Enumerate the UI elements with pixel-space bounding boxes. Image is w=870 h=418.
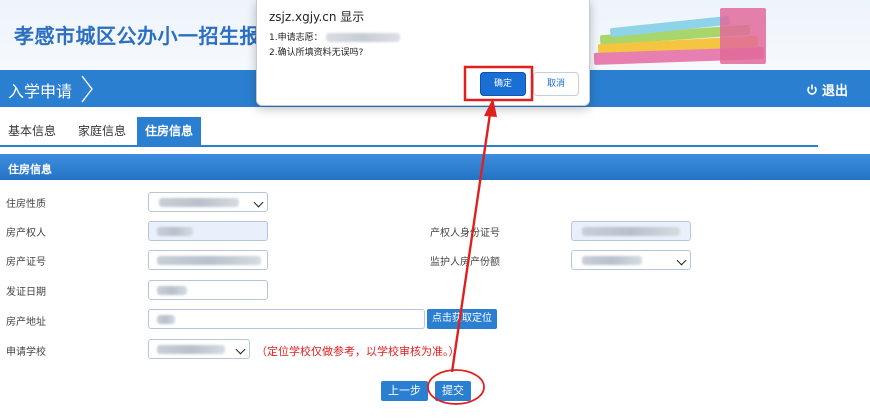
address-field[interactable] [148,309,425,329]
owner-id-label: 产权人身份证号 [430,228,500,239]
guardian-share-label: 监护人房产份额 [430,257,500,268]
dialog-ok-button[interactable]: 确定 [480,72,526,96]
site-title: 孝感市城区公办小一招生报 [14,24,260,48]
housing-type-label: 住房性质 [6,199,46,210]
housing-type-select[interactable] [148,192,268,212]
chevron-right-icon [81,75,93,103]
confirm-dialog: zsjz.xgjy.cn 显示 1.申请志愿： 2.确认所填资料无误吗? 确定 … [256,0,590,106]
owner-id-field[interactable] [571,221,691,241]
section-title: 住房信息 [8,163,52,176]
tab-family-info[interactable]: 家庭信息 [70,117,134,145]
cert-no-label: 房产证号 [6,257,46,268]
chevron-down-icon [235,344,246,355]
school-label: 申请学校 [6,347,46,358]
screen: 孝感市城区公办小一招生报 入学申请 退出 基本信息 家庭信息 住房信息 住房信息… [0,0,870,418]
power-icon [807,84,817,95]
tab-bar: 基本信息 家庭信息 住房信息 [0,117,818,147]
logout-label: 退出 [821,84,848,99]
owner-label: 房产权人 [6,228,46,239]
get-location-button[interactable]: 点击获取定位 [427,309,497,329]
dialog-line-2: 2.确认所填资料无误吗? [269,48,364,58]
chevron-down-icon [676,255,687,266]
books-illustration [570,0,790,70]
issue-date-field[interactable] [148,280,268,300]
chevron-down-icon [253,197,264,208]
section-header: 住房信息 [0,154,870,180]
dialog-cancel-button[interactable]: 取消 [533,72,579,96]
breadcrumb: 入学申请 [0,70,96,107]
dialog-line-1: 1.申请志愿： [269,30,400,43]
submit-button[interactable]: 提交 [435,381,471,401]
issue-date-label: 发证日期 [6,287,46,298]
cert-no-field[interactable] [148,250,268,270]
tab-housing-info[interactable]: 住房信息 [137,117,202,145]
school-note: （定位学校仅做参考，以学校审核为准。） [256,345,460,358]
dialog-host: zsjz.xgjy.cn 显示 [269,10,365,24]
address-label: 房产地址 [6,317,46,328]
tab-basic-info[interactable]: 基本信息 [0,117,64,145]
guardian-share-select[interactable] [571,250,691,270]
logout-button[interactable]: 退出 [806,80,848,99]
breadcrumb-label: 入学申请 [8,82,73,101]
prev-step-button[interactable]: 上一步 [381,381,428,401]
owner-field[interactable] [148,221,268,241]
school-select[interactable] [148,339,250,359]
